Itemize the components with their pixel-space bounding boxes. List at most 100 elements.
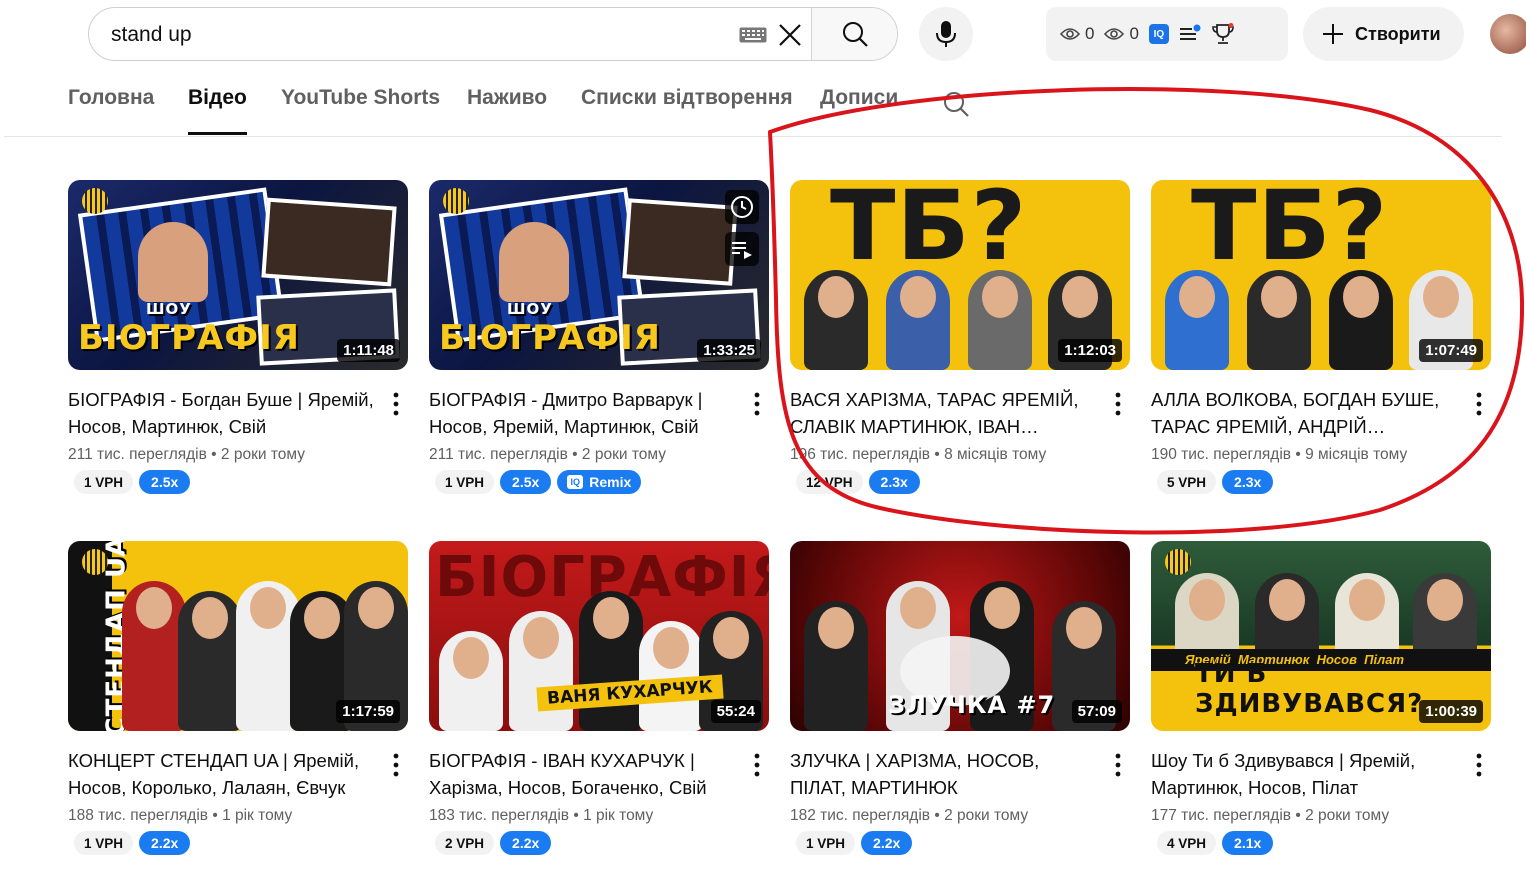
search-input[interactable]: stand up: [111, 23, 192, 47]
video-badges: 1 VPH 2.5x: [74, 470, 408, 494]
watch-later-icon[interactable]: [725, 190, 759, 224]
video-card[interactable]: ТБ? 1:12:03 ВАСЯ ХАРІЗМА, ТАРАС ЯРЕМІЙ, …: [790, 180, 1130, 494]
add-to-queue-icon[interactable]: [725, 232, 759, 266]
tab-shorts[interactable]: YouTube Shorts: [281, 86, 440, 136]
multiplier-badge: 2.2x: [139, 831, 191, 855]
video-duration: 1:17:59: [336, 700, 400, 723]
video-card[interactable]: СТЕНДАП UA 1:17:59 КОНЦЕРТ СТЕНДАП UA | …: [68, 541, 408, 855]
search-icon: [842, 22, 868, 47]
video-duration: 1:07:49: [1419, 339, 1483, 362]
vph-badge: 1 VPH: [74, 470, 134, 494]
more-options-icon[interactable]: [386, 751, 406, 779]
video-badges: 1 VPH 2.2x: [796, 831, 1130, 855]
tab-videos[interactable]: Відео: [188, 86, 247, 136]
video-views: 183 тис. переглядів: [429, 807, 570, 824]
more-options-icon[interactable]: [747, 751, 767, 779]
video-badges: 2 VPH 2.2x: [435, 831, 769, 855]
video-card[interactable]: ШОУ БІОГРАФІЯ 1:11:48 БІОГРАФІЯ - Богдан…: [68, 180, 408, 494]
video-views: 182 тис. переглядів: [790, 807, 931, 824]
multiplier-badge: 2.5x: [139, 470, 191, 494]
video-meta: 183 тис. переглядів • 1 рік тому: [429, 807, 654, 824]
video-duration: 1:11:48: [337, 339, 400, 362]
video-badges: 5 VPH 2.3x: [1157, 470, 1491, 494]
thumbnail-text: ЗЛУЧКА #7: [888, 691, 1056, 719]
multiplier-badge: 2.2x: [500, 831, 552, 855]
more-options-icon[interactable]: [1108, 390, 1128, 418]
remix-label: Remix: [589, 474, 632, 490]
video-thumbnail[interactable]: ЗЛУЧКА #7 57:09: [790, 541, 1130, 731]
multiplier-badge: 2.2x: [861, 831, 913, 855]
multiplier-badge: 2.3x: [1222, 470, 1274, 494]
video-meta: 211 тис. переглядів • 2 роки тому: [68, 446, 305, 463]
tab-live[interactable]: Наживо: [467, 86, 547, 136]
video-title[interactable]: БІОГРАФІЯ - Дмитро Варварук | Носов, Яре…: [429, 386, 739, 440]
create-label: Створити: [1355, 23, 1441, 44]
trophy-icon[interactable]: [1211, 23, 1235, 45]
remix-button[interactable]: IQ Remix: [557, 470, 642, 494]
microphone-icon: [936, 21, 956, 47]
video-age: 2 роки тому: [944, 807, 1029, 824]
more-options-icon[interactable]: [1108, 751, 1128, 779]
create-button[interactable]: Створити: [1303, 7, 1464, 61]
vph-badge: 1 VPH: [74, 831, 134, 855]
thumbnail-subtext: ШОУ: [146, 300, 192, 318]
video-meta: 177 тис. переглядів • 2 роки тому: [1151, 807, 1390, 824]
video-thumbnail[interactable]: БІОГРАФІЯ ВАНЯ КУХАРЧУК 55:24: [429, 541, 769, 731]
thumbnail-people: [1151, 541, 1491, 663]
avatar[interactable]: [1490, 14, 1526, 54]
video-card[interactable]: ЗЛУЧКА #7 57:09 ЗЛУЧКА | ХАРІЗМА, НОСОВ,…: [790, 541, 1130, 855]
video-title[interactable]: ВАСЯ ХАРІЗМА, ТАРАС ЯРЕМІЙ, СЛАВІК МАРТИ…: [790, 386, 1100, 440]
channel-search-icon[interactable]: [942, 90, 970, 118]
video-thumbnail[interactable]: ТБ? 1:12:03: [790, 180, 1130, 370]
video-views: 196 тис. переглядів: [790, 446, 931, 463]
more-options-icon[interactable]: [747, 390, 767, 418]
iq-extension-icon[interactable]: IQ: [1148, 24, 1169, 44]
video-card[interactable]: Яремій Мартинюк Носов Пілат ТИ Б ЗДИВУВА…: [1151, 541, 1491, 855]
ext-views-b-count: 0: [1129, 24, 1139, 43]
video-thumbnail[interactable]: ШОУ БІОГРАФІЯ 1:33:25: [429, 180, 769, 370]
video-card[interactable]: ТБ? 1:07:49 АЛЛА ВОЛКОВА, БОГДАН БУШЕ, Т…: [1151, 180, 1491, 494]
clear-search-icon[interactable]: [777, 22, 803, 48]
tab-posts[interactable]: Дописи: [820, 86, 898, 136]
video-duration: 1:00:39: [1419, 700, 1483, 723]
tab-home[interactable]: Головна: [68, 86, 154, 136]
video-thumbnail[interactable]: ТБ? 1:07:49: [1151, 180, 1491, 370]
multiplier-badge: 2.1x: [1222, 831, 1274, 855]
thumbnail-text: БІОГРАФІЯ: [439, 318, 661, 358]
multiplier-badge: 2.5x: [500, 470, 552, 494]
tab-playlists[interactable]: Списки відтворення: [581, 86, 793, 136]
video-thumbnail[interactable]: ШОУ БІОГРАФІЯ 1:11:48: [68, 180, 408, 370]
ext-views-a[interactable]: 0: [1060, 24, 1094, 44]
ext-views-b[interactable]: 0: [1104, 24, 1139, 44]
thumbnail-text: БІОГРАФІЯ: [78, 318, 300, 358]
video-thumbnail[interactable]: Яремій Мартинюк Носов Пілат ТИ Б ЗДИВУВА…: [1151, 541, 1491, 731]
video-title[interactable]: БІОГРАФІЯ - ІВАН КУХАРЧУК | Харізма, Нос…: [429, 747, 739, 801]
more-options-icon[interactable]: [1469, 751, 1489, 779]
ext-views-a-count: 0: [1085, 24, 1095, 43]
video-duration: 55:24: [710, 700, 761, 723]
list-notification-icon[interactable]: [1179, 24, 1201, 44]
video-title[interactable]: ЗЛУЧКА | ХАРІЗМА, НОСОВ, ПІЛАТ, МАРТИНЮК: [790, 747, 1100, 801]
vph-badge: 1 VPH: [796, 831, 856, 855]
voice-search-button[interactable]: [919, 7, 973, 61]
multiplier-badge: 2.3x: [868, 470, 920, 494]
video-views: 177 тис. переглядів: [1151, 807, 1292, 824]
video-title[interactable]: БІОГРАФІЯ - Богдан Буше | Яремій, Носов,…: [68, 386, 378, 440]
more-options-icon[interactable]: [1469, 390, 1489, 418]
keyboard-icon[interactable]: [739, 27, 767, 43]
search-button[interactable]: [811, 8, 897, 60]
video-title[interactable]: АЛЛА ВОЛКОВА, БОГДАН БУШЕ, ТАРАС ЯРЕМІЙ,…: [1151, 386, 1461, 440]
video-title[interactable]: Шоу Ти б Здивувався | Яремій, Мартинюк, …: [1151, 747, 1461, 801]
video-meta: 188 тис. переглядів • 1 рік тому: [68, 807, 293, 824]
video-card[interactable]: ШОУ БІОГРАФІЯ 1:33:25 БІОГРАФІЯ - Дмитро…: [429, 180, 769, 494]
video-age: 2 роки тому: [581, 446, 666, 463]
video-card[interactable]: БІОГРАФІЯ ВАНЯ КУХАРЧУК 55:24 БІОГРАФІЯ …: [429, 541, 769, 855]
video-meta: 196 тис. переглядів • 8 місяців тому: [790, 446, 1047, 463]
video-thumbnail[interactable]: СТЕНДАП UA 1:17:59: [68, 541, 408, 731]
tabs-divider: [4, 136, 1502, 137]
more-options-icon[interactable]: [386, 390, 406, 418]
video-title[interactable]: КОНЦЕРТ СТЕНДАП UA | Яремій, Носов, Коро…: [68, 747, 378, 801]
video-badges: 1 VPH 2.5x IQ Remix: [435, 470, 769, 494]
vph-badge: 1 VPH: [435, 470, 495, 494]
search-box[interactable]: stand up: [88, 7, 898, 61]
